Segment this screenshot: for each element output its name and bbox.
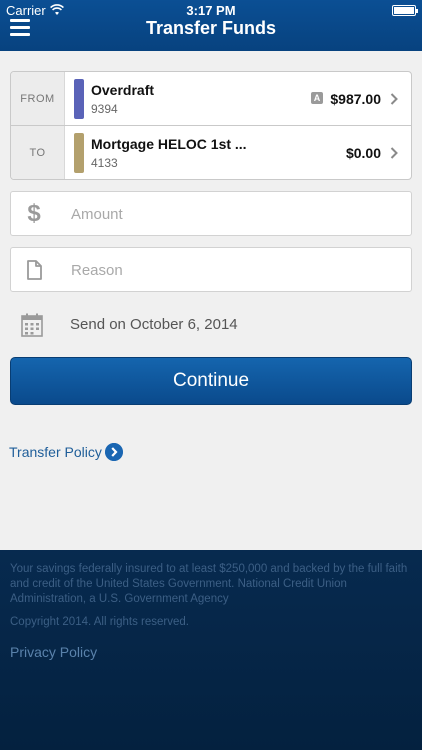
page-title: Transfer Funds	[145, 18, 277, 38]
amount-input[interactable]	[71, 200, 391, 228]
from-account-color-bar	[74, 79, 84, 119]
document-icon	[27, 260, 42, 280]
send-date-text: Send on October 6, 2014	[70, 316, 238, 333]
app-header: Carrier 3:17 PM Transfer Funds	[0, 0, 422, 51]
to-account-color-bar	[74, 133, 84, 173]
continue-button[interactable]: Continue	[10, 357, 412, 405]
to-account-number: 4133	[91, 156, 118, 170]
from-label: FROM	[11, 72, 65, 125]
status-bar: Carrier 3:17 PM	[0, 0, 422, 20]
chevron-right-icon	[390, 147, 398, 159]
dollar-icon: $	[27, 200, 41, 227]
to-account-row[interactable]: TO Mortgage HELOC 1st ... 4133 $0.00	[11, 126, 411, 179]
privacy-policy-link[interactable]: Privacy Policy	[10, 644, 97, 660]
send-date-row[interactable]: Send on October 6, 2014	[10, 304, 412, 346]
from-account-name: Overdraft	[91, 82, 155, 98]
to-account-name: Mortgage HELOC 1st ...	[91, 136, 247, 152]
transfer-policy-link[interactable]: Transfer Policy	[9, 444, 102, 460]
from-account-number: 9394	[91, 102, 118, 116]
reason-input[interactable]	[71, 256, 391, 284]
from-account-balance: $987.00	[330, 91, 381, 107]
insurance-disclaimer: Your savings federally insured to at lea…	[10, 563, 408, 605]
battery-icon	[392, 5, 418, 16]
to-label: TO	[11, 126, 65, 179]
chevron-circle-right-icon[interactable]	[105, 443, 123, 461]
available-badge: A	[311, 92, 323, 104]
reason-field	[10, 247, 412, 292]
to-account-balance: $0.00	[345, 145, 381, 161]
copyright-text: Copyright 2014. All rights reserved.	[10, 616, 189, 628]
footer: Your savings federally insured to at lea…	[0, 550, 422, 750]
amount-field: $	[10, 191, 412, 236]
status-time: 3:17 PM	[186, 3, 236, 18]
chevron-right-icon	[390, 93, 398, 105]
account-selector: FROM Overdraft 9394 A $987.00 TO Mortgag…	[10, 71, 412, 180]
from-account-row[interactable]: FROM Overdraft 9394 A $987.00	[11, 72, 411, 126]
calendar-icon	[21, 313, 43, 337]
